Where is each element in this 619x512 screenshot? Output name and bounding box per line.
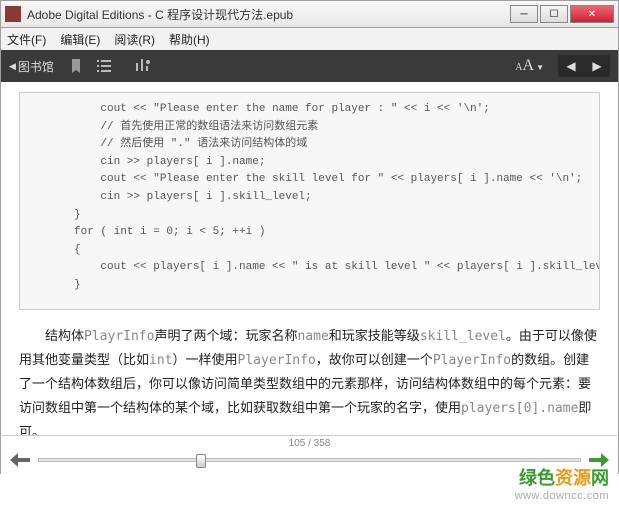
page-counter: 105 / 358 (2, 436, 617, 449)
code-block: cout << "Please enter the name for playe… (19, 92, 600, 310)
next-page-button[interactable]: ▶ (584, 55, 610, 77)
minimize-button[interactable]: ─ (510, 5, 538, 23)
maximize-button[interactable]: ☐ (540, 5, 568, 23)
prev-page-button[interactable]: ◀ (558, 55, 584, 77)
menu-file[interactable]: 文件(F) (7, 31, 46, 48)
font-size-button[interactable]: AA▼ (515, 57, 544, 75)
settings-icon[interactable] (134, 58, 150, 74)
page-slider[interactable] (38, 458, 581, 462)
library-label: 图书馆 (18, 58, 54, 75)
app-icon (5, 6, 21, 22)
library-button[interactable]: ◀ 图书馆 (9, 58, 54, 75)
window-title: Adobe Digital Editions - C 程序设计现代方法.epub (27, 6, 508, 23)
toc-icon[interactable] (96, 58, 112, 74)
menu-help[interactable]: 帮助(H) (169, 31, 210, 48)
slider-next-button[interactable] (587, 451, 611, 469)
bookmark-icon[interactable] (68, 58, 84, 74)
menu-edit[interactable]: 编辑(E) (60, 31, 100, 48)
back-triangle-icon: ◀ (9, 61, 16, 72)
menu-read[interactable]: 阅读(R) (114, 31, 155, 48)
slider-prev-button[interactable] (8, 451, 32, 469)
slider-thumb[interactable] (196, 454, 206, 468)
chevron-down-icon: ▼ (536, 63, 544, 72)
close-button[interactable]: ✕ (570, 5, 614, 23)
